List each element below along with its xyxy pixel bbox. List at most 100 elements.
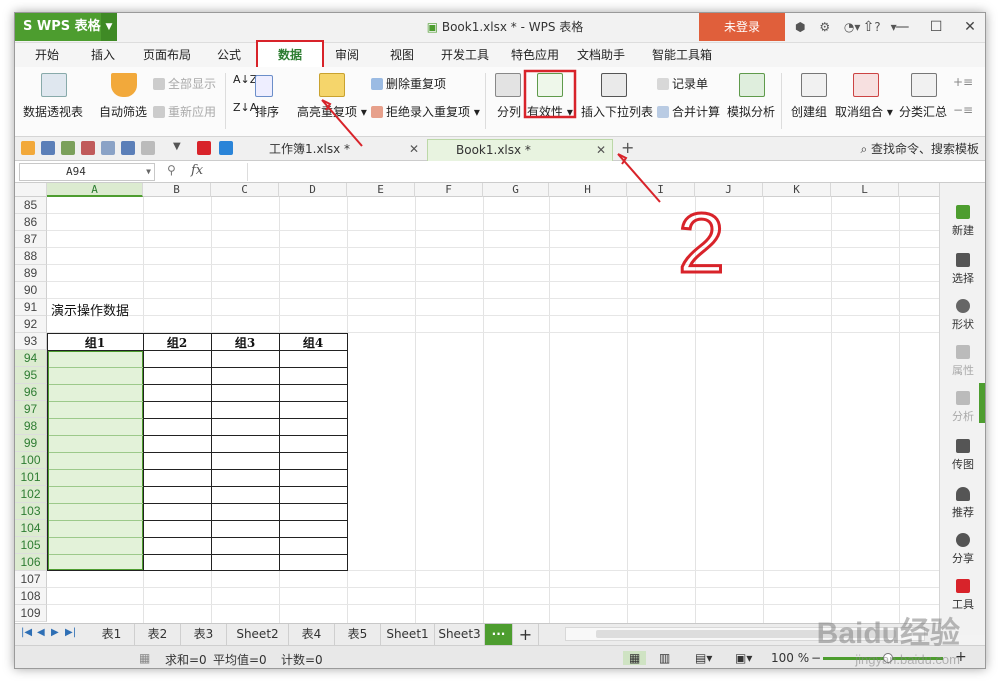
filter-icon[interactable]	[111, 73, 137, 97]
tab-insert[interactable]: 插入	[81, 43, 125, 67]
column-header-e[interactable]: E	[347, 183, 415, 197]
sort-icon[interactable]	[255, 75, 273, 97]
redo-icon[interactable]	[141, 141, 155, 155]
sheet-tab[interactable]: 表1	[89, 624, 135, 645]
row-header[interactable]: 105	[15, 537, 47, 554]
maximize-button[interactable]: ☐	[921, 13, 951, 41]
table-header-group2[interactable]: 组2	[143, 334, 211, 351]
highlight-duplicates-icon[interactable]	[319, 73, 345, 97]
column-header-k[interactable]: K	[763, 183, 831, 197]
normal-view-icon[interactable]: ▦	[623, 651, 647, 665]
create-group-button[interactable]: 创建组	[791, 103, 827, 120]
row-header[interactable]: 93	[15, 333, 47, 350]
zoom-search-icon[interactable]: ⚲	[167, 163, 176, 177]
simulate-analysis-button[interactable]: 模拟分析	[727, 103, 775, 120]
sheet-tab[interactable]: 表5	[335, 624, 381, 645]
new-tab-icon[interactable]: +	[621, 138, 635, 157]
sheet-tab[interactable]: 表4	[289, 624, 335, 645]
tab-special[interactable]: 特色应用	[503, 43, 567, 67]
restore-ribbon-icon[interactable]: ⇧	[854, 13, 884, 41]
side-shape-button[interactable]: 形状	[940, 299, 985, 332]
prev-sheet-icon[interactable]: ◀	[37, 627, 45, 638]
table-header-group4[interactable]: 组4	[279, 334, 347, 351]
sheet-tab[interactable]: 表2	[135, 624, 181, 645]
doc-tab-book1[interactable]: Book1.xlsx * ✕	[427, 139, 613, 161]
cube-icon[interactable]	[219, 141, 233, 155]
minimize-button[interactable]: —	[887, 13, 917, 41]
fx-icon[interactable]: fx	[191, 163, 203, 178]
side-share-button[interactable]: 分享	[940, 533, 985, 566]
row-header[interactable]: 94	[15, 350, 47, 367]
row-header[interactable]: 99	[15, 435, 47, 452]
tab-smart-toolbox[interactable]: 智能工具箱	[637, 43, 727, 67]
row-header[interactable]: 91	[15, 299, 47, 316]
validity-button[interactable]: 有效性 ▾	[527, 103, 573, 120]
row-header[interactable]: 103	[15, 503, 47, 520]
chevron-down-icon[interactable]: ▼	[101, 13, 117, 41]
side-property-button[interactable]: 属性	[940, 345, 985, 378]
tab-view[interactable]: 视图	[380, 43, 424, 67]
tab-home[interactable]: 开始	[25, 43, 69, 67]
validity-icon[interactable]	[537, 73, 563, 97]
column-header-g[interactable]: G	[483, 183, 549, 197]
next-sheet-icon[interactable]: ▶	[51, 627, 59, 638]
row-header[interactable]: 87	[15, 231, 47, 248]
row-header[interactable]: 92	[15, 316, 47, 333]
row-header[interactable]: 106	[15, 554, 47, 571]
undo-icon[interactable]	[121, 141, 135, 155]
open-folder-icon[interactable]	[21, 141, 35, 155]
formula-input[interactable]	[247, 163, 941, 181]
last-sheet-icon[interactable]: ▶|	[65, 627, 76, 638]
highlight-duplicates-button[interactable]: 高亮重复项 ▾	[297, 103, 367, 120]
table-header-group3[interactable]: 组3	[211, 334, 279, 351]
command-search[interactable]: ⌕ 查找命令、搜索模板	[860, 140, 979, 157]
page-layout-view-icon[interactable]: ▥	[659, 651, 670, 665]
more-sheets-button[interactable]: ···	[485, 624, 513, 645]
row-header[interactable]: 88	[15, 248, 47, 265]
name-box[interactable]: A94 ▼	[19, 163, 155, 181]
wps-menu-button[interactable]: S WPS 表格 ▼	[15, 13, 117, 41]
row-header[interactable]: 85	[15, 197, 47, 214]
column-header-b[interactable]: B	[143, 183, 211, 197]
skin-icon[interactable]: ⬢	[795, 20, 805, 34]
row-header[interactable]: 102	[15, 486, 47, 503]
row-header[interactable]: 97	[15, 401, 47, 418]
row-header[interactable]: 101	[15, 469, 47, 486]
export-pdf-icon[interactable]	[61, 141, 75, 155]
hide-detail-icon[interactable]: −≡	[953, 103, 973, 117]
pivot-table-button[interactable]: 数据透视表	[23, 103, 83, 120]
tab-developer[interactable]: 开发工具	[433, 43, 497, 67]
side-upload-image-button[interactable]: 传图	[940, 439, 985, 472]
row-header[interactable]: 86	[15, 214, 47, 231]
side-panel-toggle[interactable]	[979, 383, 985, 423]
first-sheet-icon[interactable]: |◀	[21, 627, 32, 638]
side-new-button[interactable]: 新建	[940, 205, 985, 238]
row-header[interactable]: 108	[15, 588, 47, 605]
spreadsheet-grid[interactable]: A B C D E F G H I J K L 85 86 87 88 89 9…	[15, 183, 939, 623]
reapply-button[interactable]: 重新应用	[153, 103, 216, 120]
remove-duplicates-button[interactable]: 删除重复项	[371, 75, 446, 92]
macro-icon[interactable]: ▦	[139, 651, 150, 665]
row-header[interactable]: 90	[15, 282, 47, 299]
column-header-j[interactable]: J	[695, 183, 763, 197]
insert-dropdown-button[interactable]: 插入下拉列表	[581, 103, 653, 120]
chevron-down-icon[interactable]: ▼	[146, 164, 151, 180]
row-header[interactable]: 98	[15, 418, 47, 435]
subtotal-button[interactable]: 分类汇总	[899, 103, 947, 120]
table-header-group1[interactable]: 组1	[47, 334, 143, 351]
split-column-button[interactable]: 分列	[497, 103, 521, 120]
row-header[interactable]: 89	[15, 265, 47, 282]
column-header-h[interactable]: H	[549, 183, 627, 197]
column-header-d[interactable]: D	[279, 183, 347, 197]
row-header[interactable]: 109	[15, 605, 47, 622]
subtotal-icon[interactable]	[911, 73, 937, 97]
autofilter-button[interactable]: 自动筛选	[99, 103, 147, 120]
column-header-l[interactable]: L	[831, 183, 899, 197]
simulate-icon[interactable]	[739, 73, 765, 97]
reading-mode-icon[interactable]: ▣▾	[735, 651, 752, 665]
row-header[interactable]: 107	[15, 571, 47, 588]
column-header-c[interactable]: C	[211, 183, 279, 197]
cell-a91[interactable]: 演示操作数据	[51, 300, 129, 319]
customize-dropdown-icon[interactable]: ▼	[173, 141, 183, 155]
tab-page-layout[interactable]: 页面布局	[135, 43, 199, 67]
